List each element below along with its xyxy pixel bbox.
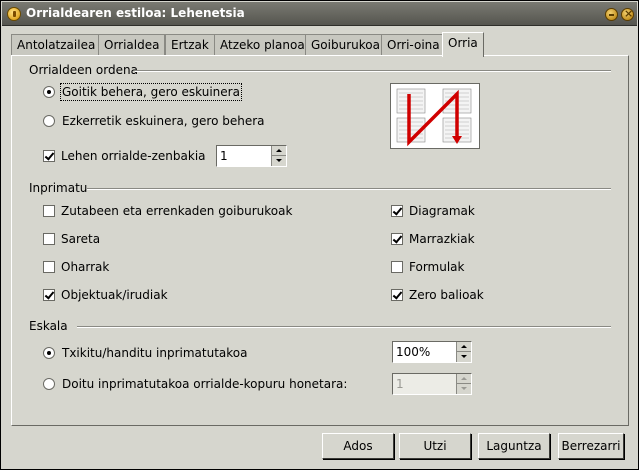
checkbox-label: Diagramak	[409, 204, 475, 218]
radio-label-top-to-bottom: Goitik behera, gero eskuinera	[60, 83, 242, 101]
radio-indicator	[43, 378, 55, 390]
checkbox-indicator	[43, 289, 55, 301]
tab-orrialdea[interactable]: Orrialdea	[98, 34, 166, 56]
spin-buttons	[456, 374, 471, 394]
radio-indicator	[43, 115, 55, 127]
checkbox-indicator	[43, 233, 55, 245]
radio-indicator	[43, 347, 55, 359]
tab-ertzak[interactable]: Ertzak	[165, 34, 215, 56]
ok-button[interactable]: Ados	[322, 433, 394, 459]
checkbox-indicator	[43, 261, 55, 273]
spin-down-icon[interactable]	[457, 352, 471, 362]
first-page-number-label: Lehen orrialde-zenbakia	[61, 149, 206, 163]
spin-down-icon[interactable]	[457, 384, 471, 394]
group-title-print: Inprimatu	[29, 181, 88, 195]
app-bulb-icon[interactable]	[7, 7, 21, 21]
close-icon[interactable]	[621, 7, 634, 21]
group-divider	[87, 188, 611, 190]
checkbox-label: Zero balioak	[409, 288, 484, 302]
checkbox-indicator	[391, 233, 403, 245]
group-title-scale: Eskala	[29, 319, 68, 333]
page-order-preview-graphic	[396, 88, 472, 147]
radio-indicator	[43, 86, 55, 98]
spin-buttons	[271, 146, 286, 166]
scale-percent-spinbox[interactable]: 100%	[392, 341, 472, 363]
window-title: Orrialdearen estiloa: Lehenetsia	[26, 6, 245, 20]
checkbox-label: Objektuak/irudiak	[61, 288, 168, 302]
radio-label-fit-to-pages: Doitu inprimatutakoa orrialde-kopuru hon…	[62, 377, 348, 391]
checkbox-indicator	[43, 205, 55, 217]
tab-strip: Antolatzailea Orrialdea Ertzak Atzeko pl…	[11, 32, 611, 57]
group-divider	[77, 326, 611, 328]
checkbox-label: Marrazkiak	[409, 232, 475, 246]
spin-up-icon[interactable]	[272, 146, 286, 156]
checkbox-indicator	[391, 205, 403, 217]
tab-orria[interactable]: Orria	[442, 32, 484, 57]
radio-label-reduce-enlarge: Txikitu/handitu inprimatutakoa	[62, 346, 248, 360]
fit-pages-value: 1	[396, 377, 404, 391]
radio-label-left-to-right: Ezkerretik eskuinera, gero behera	[62, 114, 265, 128]
spin-down-icon[interactable]	[272, 156, 286, 166]
title-bar[interactable]: Orrialdearen estiloa: Lehenetsia	[2, 2, 637, 26]
checkbox-label: Formulak	[409, 260, 465, 274]
page-order-preview-icon	[390, 83, 480, 149]
first-page-number-value: 1	[220, 149, 228, 163]
tab-orri-oina[interactable]: Orri-oina	[381, 34, 446, 56]
first-page-number-spinbox[interactable]: 1	[216, 145, 287, 167]
tab-panel	[11, 55, 629, 426]
group-title-page-order: Orrialdeen ordena	[29, 63, 138, 77]
minimize-icon[interactable]	[605, 8, 618, 21]
checkbox-label: Oharrak	[61, 260, 110, 274]
group-divider	[135, 70, 611, 72]
spin-buttons	[456, 342, 471, 362]
checkbox-label: Sareta	[61, 232, 101, 246]
scale-percent-value: 100%	[396, 345, 431, 359]
fit-pages-spinbox[interactable]: 1	[392, 373, 472, 395]
reset-button[interactable]: Berrezarri	[558, 433, 624, 459]
help-button[interactable]: Laguntza	[478, 433, 550, 459]
spin-up-icon[interactable]	[457, 374, 471, 384]
spin-up-icon[interactable]	[457, 342, 471, 352]
checkbox-indicator	[391, 289, 403, 301]
tab-antolatzailea[interactable]: Antolatzailea	[11, 34, 102, 56]
tab-atzeko-planoa[interactable]: Atzeko planoa	[214, 34, 311, 56]
tab-goiburukoa[interactable]: Goiburukoa	[305, 34, 386, 56]
dialog-window: Orrialdearen estiloa: Lehenetsia Antolat…	[0, 0, 639, 470]
checkbox-indicator	[391, 261, 403, 273]
cancel-button[interactable]: Utzi	[399, 433, 471, 459]
checkbox-label: Zutabeen eta errenkaden goiburukoak	[61, 204, 293, 218]
checkbox-indicator	[43, 150, 55, 162]
